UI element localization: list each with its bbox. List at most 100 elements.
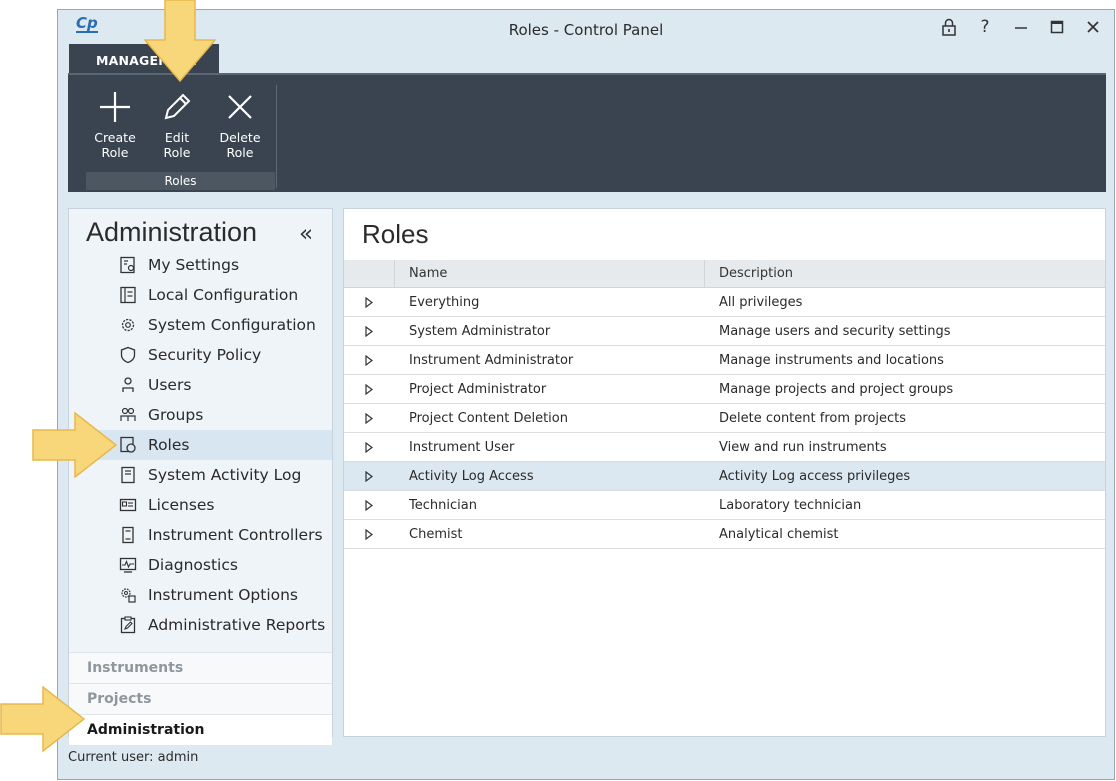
nav-item-label: Instrument Controllers: [148, 526, 323, 544]
control-panel-window: Cp Roles - Control Panel ? MANAGEMENT Cr…: [57, 9, 1115, 780]
expand-arrow-icon[interactable]: [344, 499, 394, 511]
status-bar: Current user: admin: [68, 750, 199, 765]
local-configuration-icon: [119, 286, 137, 304]
nav-item-label: Licenses: [148, 496, 215, 514]
table-row[interactable]: Instrument User View and run instruments: [344, 433, 1105, 462]
page-title: Roles: [362, 219, 429, 249]
edit-role-button[interactable]: Edit Role: [148, 89, 206, 160]
section-instruments[interactable]: Instruments: [69, 652, 332, 683]
nav-item-label: Groups: [148, 406, 204, 424]
expand-arrow-icon[interactable]: [344, 528, 394, 540]
nav-item-licenses[interactable]: Licenses: [69, 490, 332, 520]
table-row[interactable]: Technician Laboratory technician: [344, 491, 1105, 520]
expand-arrow-icon[interactable]: [344, 296, 394, 308]
expand-column-header: [344, 260, 394, 287]
nav-item-administrative-reports[interactable]: Administrative Reports: [69, 610, 332, 640]
expand-arrow-icon[interactable]: [344, 354, 394, 366]
nav-item-label: Roles: [148, 436, 190, 454]
role-description: Manage projects and project groups: [719, 381, 954, 397]
x-icon: [211, 89, 269, 125]
role-name: Instrument Administrator: [409, 352, 574, 368]
maximize-icon[interactable]: [1046, 16, 1068, 38]
section-administration[interactable]: Administration: [69, 714, 332, 745]
options-icon: [119, 586, 137, 604]
help-button[interactable]: ?: [974, 16, 996, 38]
role-name: Activity Log Access: [409, 468, 534, 484]
table-row[interactable]: Everything All privileges: [344, 288, 1105, 317]
expand-arrow-icon[interactable]: [344, 470, 394, 482]
table-row-selected[interactable]: Activity Log Access Activity Log access …: [344, 462, 1105, 491]
ribbon-separator: [276, 85, 277, 188]
column-header-name[interactable]: Name: [394, 260, 704, 287]
nav-item-instrument-options[interactable]: Instrument Options: [69, 580, 332, 610]
lock-icon[interactable]: [938, 16, 960, 38]
table-row[interactable]: Project Administrator Manage projects an…: [344, 375, 1105, 404]
expand-arrow-icon[interactable]: [344, 412, 394, 424]
role-description: Activity Log access privileges: [719, 468, 911, 484]
nav-item-instrument-controllers[interactable]: Instrument Controllers: [69, 520, 332, 550]
role-description: View and run instruments: [719, 439, 887, 455]
nav-item-label: Instrument Options: [148, 586, 299, 604]
controller-icon: [119, 526, 137, 544]
section-projects[interactable]: Projects: [69, 683, 332, 714]
nav-item-label: System Configuration: [148, 316, 316, 334]
delete-role-button[interactable]: Delete Role: [211, 89, 269, 160]
nav-item-local-configuration[interactable]: Local Configuration: [69, 280, 332, 310]
table-row[interactable]: Project Content Deletion Delete content …: [344, 404, 1105, 433]
nav-item-label: System Activity Log: [148, 466, 302, 484]
role-description: Laboratory technician: [719, 497, 862, 513]
nav-item-label: Administrative Reports: [148, 616, 326, 634]
role-description: Manage users and security settings: [719, 323, 951, 339]
group-icon: [119, 406, 137, 424]
delete-role-label: Delete Role: [219, 130, 261, 160]
create-role-button[interactable]: Create Role: [86, 89, 144, 160]
diagnostics-icon: [119, 556, 137, 574]
minimize-icon[interactable]: [1010, 16, 1032, 38]
user-icon: [119, 376, 137, 394]
roles-table: Name Description Everything All privileg…: [344, 260, 1105, 549]
shield-icon: [119, 346, 137, 364]
role-name: Everything: [409, 294, 480, 310]
expand-arrow-icon[interactable]: [344, 441, 394, 453]
role-name: Project Administrator: [409, 381, 547, 397]
collapse-icon[interactable]: «: [299, 221, 313, 247]
ribbon-group-roles: Roles: [86, 172, 275, 190]
plus-icon: [86, 89, 144, 125]
nav-item-label: My Settings: [148, 256, 240, 274]
expand-arrow-icon[interactable]: [344, 383, 394, 395]
gear-icon: [119, 316, 137, 334]
table-row[interactable]: Chemist Analytical chemist: [344, 520, 1105, 549]
roles-panel: Roles Name Description Everything All pr…: [343, 208, 1106, 737]
callout-arrow-administration: [0, 686, 86, 752]
nav-item-users[interactable]: Users: [69, 370, 332, 400]
role-description: All privileges: [719, 294, 803, 310]
role-description: Manage instruments and locations: [719, 352, 944, 368]
nav-item-security-policy[interactable]: Security Policy: [69, 340, 332, 370]
create-role-label: Create Role: [94, 130, 136, 160]
role-name: Project Content Deletion: [409, 410, 568, 426]
log-icon: [119, 466, 137, 484]
ribbon: Create Role Edit Role Delete Role Roles: [68, 73, 1106, 192]
nav-sections: Instruments Projects Administration: [69, 652, 332, 745]
callout-arrow-roles: [32, 412, 118, 478]
close-icon[interactable]: [1082, 16, 1104, 38]
report-icon: [119, 616, 137, 634]
roles-icon: [119, 436, 137, 454]
edit-role-label: Edit Role: [163, 130, 191, 160]
nav-item-system-configuration[interactable]: System Configuration: [69, 310, 332, 340]
table-row[interactable]: System Administrator Manage users and se…: [344, 317, 1105, 346]
nav-item-my-settings[interactable]: My Settings: [69, 250, 332, 280]
column-header-description[interactable]: Description: [704, 260, 1103, 287]
nav-item-label: Local Configuration: [148, 286, 299, 304]
license-icon: [119, 496, 137, 514]
nav-item-label: Diagnostics: [148, 556, 238, 574]
nav-item-diagnostics[interactable]: Diagnostics: [69, 550, 332, 580]
role-name: System Administrator: [409, 323, 551, 339]
nav-item-label: Users: [148, 376, 192, 394]
table-row[interactable]: Instrument Administrator Manage instrume…: [344, 346, 1105, 375]
callout-arrow-edit-role: [143, 0, 217, 83]
nav-title: Administration: [86, 217, 258, 247]
my-settings-icon: [119, 256, 137, 274]
table-header: Name Description: [344, 260, 1105, 288]
expand-arrow-icon[interactable]: [344, 325, 394, 337]
